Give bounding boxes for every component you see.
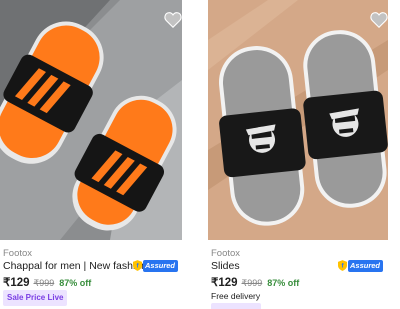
discount-percent: 87% off	[267, 278, 300, 288]
product-image[interactable]	[208, 0, 388, 240]
product-brand: Footox	[211, 248, 241, 259]
delivery-info: Free delivery	[211, 291, 261, 301]
assured-label: Assured	[348, 259, 384, 272]
price-row: ₹129 ₹999 87% off	[3, 275, 91, 289]
heart-icon[interactable]	[164, 12, 182, 28]
assured-label: Assured	[143, 259, 179, 272]
sale-tag: Sale Price Live	[3, 290, 68, 306]
assured-shield-icon: f	[338, 260, 347, 271]
product-card-1[interactable]: Footox Chappal for men | New fashion lat…	[0, 0, 192, 309]
heart-icon[interactable]	[370, 12, 388, 28]
grey-slides-image	[208, 0, 388, 240]
product-image[interactable]	[0, 0, 182, 240]
assured-shield-icon: f	[133, 260, 142, 271]
selling-price: ₹129	[3, 277, 30, 289]
selling-price: ₹129	[211, 277, 238, 289]
product-title[interactable]: Slides	[211, 260, 240, 272]
original-price: ₹999	[241, 278, 263, 288]
price-row: ₹129 ₹999 87% off	[211, 275, 299, 289]
discount-percent: 87% off	[59, 278, 92, 288]
assured-badge: f Assured	[133, 259, 179, 272]
orange-slides-image	[0, 0, 182, 240]
original-price: ₹999	[33, 278, 55, 288]
product-brand: Footox	[3, 248, 33, 259]
assured-badge: f Assured	[338, 259, 384, 272]
sale-tag-partial	[211, 303, 261, 309]
product-card-2[interactable]: Footox Slides f Assured ₹129 ₹999 87% of…	[208, 0, 400, 309]
